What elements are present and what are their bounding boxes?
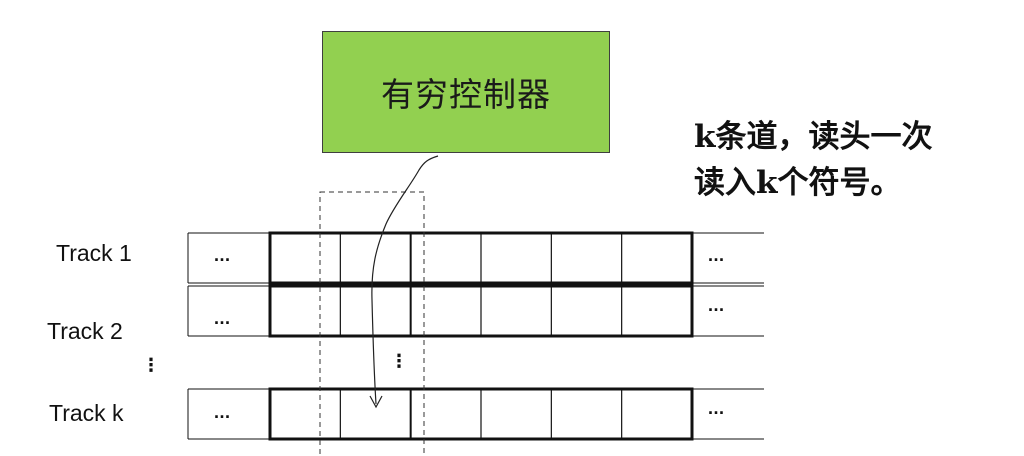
multi-track-turing-machine-diagram: 有穷控制器 k条道，读头一次 读入k个符号。 Track 1 Track 2 T… (0, 0, 1024, 456)
caption-text: k条道，读头一次 读入k个符号。 (694, 114, 1019, 206)
caption-line-1: k条道，读头一次 (694, 119, 933, 155)
tapes-group (187, 231, 764, 441)
caption-line-2: 读入k个符号。 (694, 165, 902, 201)
track-2-left-ellipsis: ... (214, 308, 231, 328)
tape-vertical-ellipsis: ⋮ (390, 351, 408, 371)
finite-control-label: 有穷控制器 (381, 75, 551, 114)
track-k-left-ellipsis: ... (214, 402, 231, 422)
track-1-right-ellipsis: ... (708, 245, 725, 265)
track-1-label: Track 1 (56, 240, 132, 266)
track-k-label: Track k (49, 400, 124, 426)
track-2-right-ellipsis: ... (708, 295, 725, 315)
track-label-vertical-ellipsis: ⋮ (142, 355, 160, 375)
track-1-left-ellipsis: ... (214, 245, 231, 265)
finite-control-box: 有穷控制器 (322, 31, 610, 153)
track-k-right-ellipsis: ... (708, 398, 725, 418)
track-2-label: Track 2 (47, 318, 123, 344)
